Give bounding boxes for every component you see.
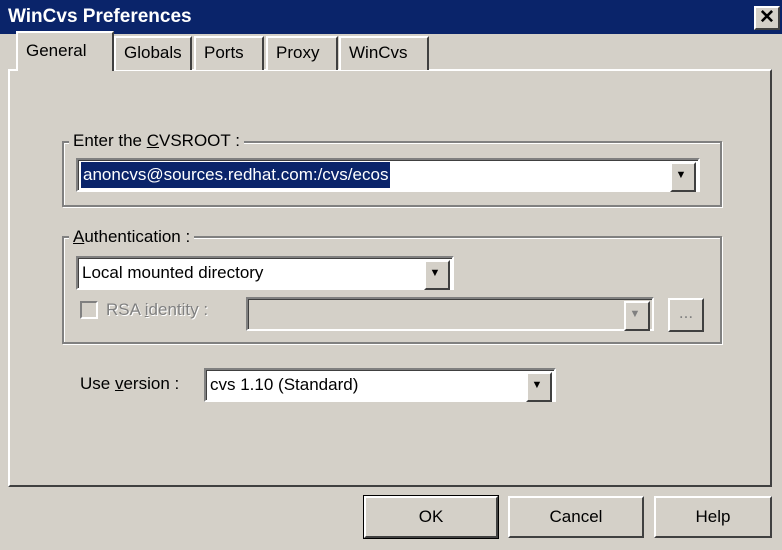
tab-ports-label: Ports: [204, 43, 244, 62]
authentication-dropdown-button[interactable]: ▼: [424, 260, 450, 290]
authentication-value: Local mounted directory: [82, 263, 264, 282]
tab-globals[interactable]: Globals: [114, 36, 192, 70]
cancel-label: Cancel: [549, 507, 603, 526]
authentication-combobox[interactable]: Local mounted directory ▼: [76, 256, 454, 290]
chevron-down-icon: ▼: [675, 169, 687, 181]
version-combobox[interactable]: cvs 1.10 (Standard) ▼: [204, 368, 556, 402]
cvsroot-dropdown-button[interactable]: ▼: [670, 162, 696, 192]
rsa-identity-combobox[interactable]: ▼: [246, 297, 654, 331]
ok-label: OK: [418, 507, 444, 526]
help-button[interactable]: Help: [654, 496, 772, 538]
chevron-down-icon: ▼: [531, 379, 543, 391]
close-icon: ✕: [759, 7, 775, 28]
window-title: WinCvs Preferences: [8, 6, 192, 27]
help-label: Help: [695, 507, 731, 526]
tab-general-label: General: [26, 41, 87, 60]
tab-proxy[interactable]: Proxy: [266, 36, 338, 70]
version-label: Use version :: [80, 374, 180, 393]
cvsroot-value[interactable]: anoncvs@sources.redhat.com:/cvs/ecos: [81, 162, 391, 188]
rsa-browse-button[interactable]: ...: [668, 298, 704, 332]
rsa-browse-label: ...: [678, 303, 694, 322]
close-button[interactable]: ✕: [754, 6, 780, 30]
rsa-identity-label: RSA identity :: [106, 300, 209, 319]
tab-wincvs[interactable]: WinCvs: [339, 36, 429, 70]
chevron-down-icon: ▼: [629, 308, 641, 320]
tab-general[interactable]: General: [16, 31, 114, 71]
version-value: cvs 1.10 (Standard): [210, 375, 359, 394]
authentication-label: Authentication :: [69, 225, 195, 249]
cancel-button[interactable]: Cancel: [508, 496, 644, 538]
chevron-down-icon: ▼: [429, 267, 441, 279]
ok-button[interactable]: OK: [363, 495, 499, 539]
title-bar[interactable]: WinCvs Preferences ✕: [0, 0, 782, 34]
cvsroot-combobox[interactable]: anoncvs@sources.redhat.com:/cvs/ecos ▼: [76, 158, 700, 192]
tab-globals-label: Globals: [124, 43, 182, 62]
rsa-identity-dropdown-button[interactable]: ▼: [624, 301, 650, 331]
rsa-identity-checkbox[interactable]: [80, 301, 98, 319]
tab-wincvs-label: WinCvs: [349, 43, 408, 62]
tab-ports[interactable]: Ports: [194, 36, 264, 70]
tab-proxy-label: Proxy: [276, 43, 320, 62]
preferences-dialog: WinCvs Preferences ✕ General Globals Por…: [0, 0, 782, 550]
cvsroot-label: Enter the CVSROOT :: [69, 129, 244, 153]
version-dropdown-button[interactable]: ▼: [526, 372, 552, 402]
